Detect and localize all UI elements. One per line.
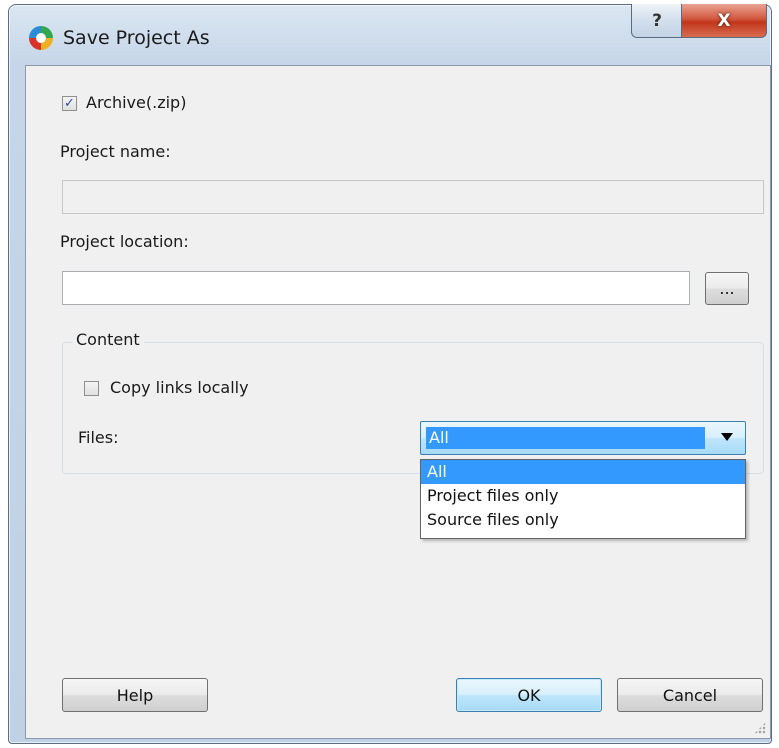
dropdown-option-source-files-only[interactable]: Source files only <box>421 508 745 532</box>
project-location-input[interactable] <box>63 272 689 304</box>
files-dropdown-list: All Project files only Source files only <box>420 459 746 539</box>
close-button[interactable]: X <box>681 4 767 38</box>
chevron-down-icon[interactable] <box>721 433 733 441</box>
help-caption-button[interactable]: ? <box>631 4 683 38</box>
copy-links-checkbox[interactable] <box>84 381 99 396</box>
project-location-field[interactable] <box>62 271 690 305</box>
app-logo-icon <box>29 26 53 50</box>
dropdown-option-project-files-only[interactable]: Project files only <box>421 484 745 508</box>
dialog-window: Save Project As ? X ✓ Archive(.zip) Proj… <box>8 4 772 744</box>
browse-button[interactable]: ... <box>705 272 749 305</box>
checkmark-icon: ✓ <box>64 96 75 111</box>
dialog-body: ✓ Archive(.zip) Project name: Project lo… <box>25 65 771 739</box>
help-button[interactable]: Help <box>62 678 208 712</box>
files-combobox[interactable]: All <box>420 421 746 455</box>
files-combobox-value: All <box>426 427 705 449</box>
ok-button[interactable]: OK <box>456 678 602 712</box>
resize-grip-icon[interactable] <box>754 722 766 734</box>
archive-checkbox[interactable]: ✓ <box>62 96 77 111</box>
window-title: Save Project As <box>63 27 210 49</box>
copy-links-label: Copy links locally <box>110 378 249 397</box>
close-icon: X <box>717 10 731 31</box>
archive-label: Archive(.zip) <box>86 93 187 112</box>
question-icon: ? <box>652 10 662 31</box>
project-name-label: Project name: <box>60 142 171 161</box>
files-label: Files: <box>78 428 119 447</box>
content-group-title: Content <box>72 330 144 349</box>
dropdown-option-all[interactable]: All <box>421 460 745 484</box>
project-name-input[interactable] <box>63 181 763 213</box>
cancel-button[interactable]: Cancel <box>617 678 763 712</box>
project-name-field[interactable] <box>62 180 764 214</box>
project-location-label: Project location: <box>60 232 189 251</box>
